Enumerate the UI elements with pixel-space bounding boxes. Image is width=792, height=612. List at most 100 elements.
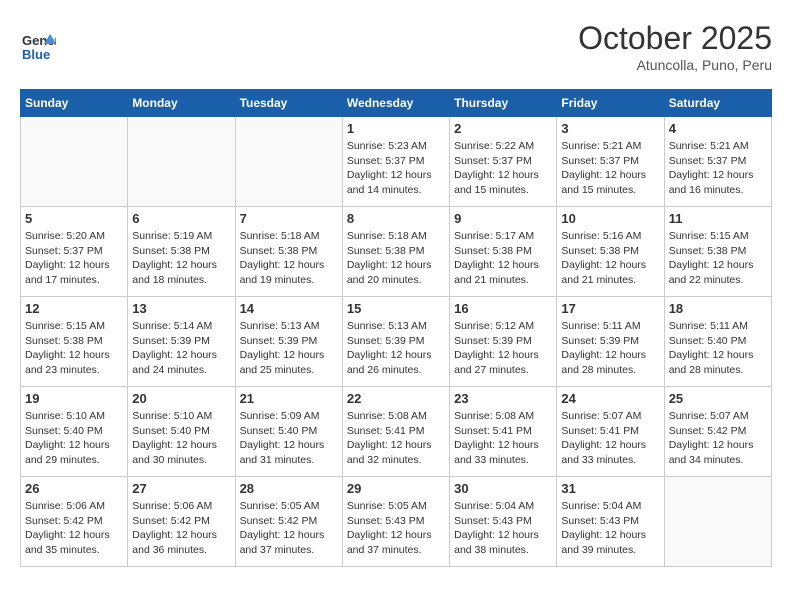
- day-info: Sunrise: 5:22 AM Sunset: 5:37 PM Dayligh…: [454, 139, 552, 198]
- weekday-header-friday: Friday: [557, 90, 664, 117]
- calendar-cell: 19 Sunrise: 5:10 AM Sunset: 5:40 PM Dayli…: [21, 387, 128, 477]
- day-info: Sunrise: 5:10 AM Sunset: 5:40 PM Dayligh…: [25, 409, 123, 468]
- calendar-cell: 27 Sunrise: 5:06 AM Sunset: 5:42 PM Dayli…: [128, 477, 235, 567]
- calendar-cell: 29Sunrise: 5:05 AM Sunset: 5:43 PM Dayli…: [342, 477, 449, 567]
- day-info: Sunrise: 5:14 AM Sunset: 5:39 PM Dayligh…: [132, 319, 230, 378]
- day-info: Sunrise: 5:04 AM Sunset: 5:43 PM Dayligh…: [561, 499, 659, 558]
- calendar-cell: 1 Sunrise: 5:23 AM Sunset: 5:37 PM Daylig…: [342, 117, 449, 207]
- calendar-cell: 12 Sunrise: 5:15 AM Sunset: 5:38 PM Dayli…: [21, 297, 128, 387]
- day-number: 19: [25, 391, 123, 406]
- day-number: 31: [561, 481, 659, 496]
- calendar-cell: 11 Sunrise: 5:15 AM Sunset: 5:38 PM Dayli…: [664, 207, 771, 297]
- logo-icon: General Blue: [20, 29, 56, 65]
- day-info: Sunrise: 5:04 AM Sunset: 5:43 PM Dayligh…: [454, 499, 552, 558]
- day-info: Sunrise: 5:09 AM Sunset: 5:40 PM Dayligh…: [240, 409, 338, 468]
- day-info: Sunrise: 5:06 AM Sunset: 5:42 PM Dayligh…: [132, 499, 230, 558]
- day-number: 8: [347, 211, 445, 226]
- day-number: 20: [132, 391, 230, 406]
- day-info: Sunrise: 5:07 AM Sunset: 5:41 PM Dayligh…: [561, 409, 659, 468]
- calendar-cell: 22 Sunrise: 5:08 AM Sunset: 5:41 PM Dayli…: [342, 387, 449, 477]
- calendar-cell: 6Sunrise: 5:19 AM Sunset: 5:38 PM Daylig…: [128, 207, 235, 297]
- calendar-cell: 17 Sunrise: 5:11 AM Sunset: 5:39 PM Dayli…: [557, 297, 664, 387]
- day-info: Sunrise: 5:17 AM Sunset: 5:38 PM Dayligh…: [454, 229, 552, 288]
- day-number: 7: [240, 211, 338, 226]
- calendar-week-row: 1 Sunrise: 5:23 AM Sunset: 5:37 PM Daylig…: [21, 117, 772, 207]
- weekday-header-wednesday: Wednesday: [342, 90, 449, 117]
- day-number: 17: [561, 301, 659, 316]
- calendar-cell: [128, 117, 235, 207]
- day-number: 28: [240, 481, 338, 496]
- day-info: Sunrise: 5:11 AM Sunset: 5:39 PM Dayligh…: [561, 319, 659, 378]
- day-info: Sunrise: 5:05 AM Sunset: 5:42 PM Dayligh…: [240, 499, 338, 558]
- day-number: 30: [454, 481, 552, 496]
- day-number: 23: [454, 391, 552, 406]
- day-number: 2: [454, 121, 552, 136]
- day-info: Sunrise: 5:08 AM Sunset: 5:41 PM Dayligh…: [347, 409, 445, 468]
- day-number: 3: [561, 121, 659, 136]
- day-info: Sunrise: 5:21 AM Sunset: 5:37 PM Dayligh…: [561, 139, 659, 198]
- calendar-cell: 23 Sunrise: 5:08 AM Sunset: 5:41 PM Dayli…: [450, 387, 557, 477]
- day-info: Sunrise: 5:23 AM Sunset: 5:37 PM Dayligh…: [347, 139, 445, 198]
- day-number: 16: [454, 301, 552, 316]
- day-info: Sunrise: 5:19 AM Sunset: 5:38 PM Dayligh…: [132, 229, 230, 288]
- calendar-cell: 3 Sunrise: 5:21 AM Sunset: 5:37 PM Daylig…: [557, 117, 664, 207]
- day-info: Sunrise: 5:15 AM Sunset: 5:38 PM Dayligh…: [25, 319, 123, 378]
- calendar-cell: 13Sunrise: 5:14 AM Sunset: 5:39 PM Dayli…: [128, 297, 235, 387]
- calendar-cell: 30 Sunrise: 5:04 AM Sunset: 5:43 PM Dayli…: [450, 477, 557, 567]
- weekday-header-sunday: Sunday: [21, 90, 128, 117]
- day-number: 26: [25, 481, 123, 496]
- page-header: General Blue October 2025 Atuncolla, Pun…: [20, 20, 772, 73]
- month-title: October 2025: [578, 20, 772, 57]
- weekday-header-thursday: Thursday: [450, 90, 557, 117]
- svg-text:Blue: Blue: [22, 47, 50, 62]
- calendar-cell: 5Sunrise: 5:20 AM Sunset: 5:37 PM Daylig…: [21, 207, 128, 297]
- day-info: Sunrise: 5:10 AM Sunset: 5:40 PM Dayligh…: [132, 409, 230, 468]
- day-number: 21: [240, 391, 338, 406]
- day-info: Sunrise: 5:13 AM Sunset: 5:39 PM Dayligh…: [347, 319, 445, 378]
- day-number: 24: [561, 391, 659, 406]
- calendar-cell: 8 Sunrise: 5:18 AM Sunset: 5:38 PM Daylig…: [342, 207, 449, 297]
- calendar-cell: 26Sunrise: 5:06 AM Sunset: 5:42 PM Dayli…: [21, 477, 128, 567]
- day-info: Sunrise: 5:05 AM Sunset: 5:43 PM Dayligh…: [347, 499, 445, 558]
- calendar-cell: 9 Sunrise: 5:17 AM Sunset: 5:38 PM Daylig…: [450, 207, 557, 297]
- day-info: Sunrise: 5:21 AM Sunset: 5:37 PM Dayligh…: [669, 139, 767, 198]
- calendar-table: SundayMondayTuesdayWednesdayThursdayFrid…: [20, 89, 772, 567]
- day-info: Sunrise: 5:15 AM Sunset: 5:38 PM Dayligh…: [669, 229, 767, 288]
- day-number: 5: [25, 211, 123, 226]
- day-info: Sunrise: 5:16 AM Sunset: 5:38 PM Dayligh…: [561, 229, 659, 288]
- calendar-cell: 4Sunrise: 5:21 AM Sunset: 5:37 PM Daylig…: [664, 117, 771, 207]
- calendar-cell: 21 Sunrise: 5:09 AM Sunset: 5:40 PM Dayli…: [235, 387, 342, 477]
- day-info: Sunrise: 5:12 AM Sunset: 5:39 PM Dayligh…: [454, 319, 552, 378]
- weekday-header-monday: Monday: [128, 90, 235, 117]
- title-block: October 2025 Atuncolla, Puno, Peru: [578, 20, 772, 73]
- day-number: 10: [561, 211, 659, 226]
- day-info: Sunrise: 5:13 AM Sunset: 5:39 PM Dayligh…: [240, 319, 338, 378]
- calendar-cell: [664, 477, 771, 567]
- calendar-cell: 2 Sunrise: 5:22 AM Sunset: 5:37 PM Daylig…: [450, 117, 557, 207]
- calendar-cell: 25Sunrise: 5:07 AM Sunset: 5:42 PM Dayli…: [664, 387, 771, 477]
- calendar-cell: 7 Sunrise: 5:18 AM Sunset: 5:38 PM Daylig…: [235, 207, 342, 297]
- weekday-header-tuesday: Tuesday: [235, 90, 342, 117]
- day-number: 27: [132, 481, 230, 496]
- day-number: 12: [25, 301, 123, 316]
- calendar-week-row: 5Sunrise: 5:20 AM Sunset: 5:37 PM Daylig…: [21, 207, 772, 297]
- day-info: Sunrise: 5:18 AM Sunset: 5:38 PM Dayligh…: [240, 229, 338, 288]
- day-number: 11: [669, 211, 767, 226]
- day-number: 15: [347, 301, 445, 316]
- day-number: 9: [454, 211, 552, 226]
- calendar-cell: 14 Sunrise: 5:13 AM Sunset: 5:39 PM Dayli…: [235, 297, 342, 387]
- calendar-cell: [235, 117, 342, 207]
- calendar-cell: 24 Sunrise: 5:07 AM Sunset: 5:41 PM Dayli…: [557, 387, 664, 477]
- calendar-week-row: 12 Sunrise: 5:15 AM Sunset: 5:38 PM Dayli…: [21, 297, 772, 387]
- day-info: Sunrise: 5:18 AM Sunset: 5:38 PM Dayligh…: [347, 229, 445, 288]
- day-info: Sunrise: 5:08 AM Sunset: 5:41 PM Dayligh…: [454, 409, 552, 468]
- day-number: 14: [240, 301, 338, 316]
- calendar-cell: 31 Sunrise: 5:04 AM Sunset: 5:43 PM Dayli…: [557, 477, 664, 567]
- calendar-cell: 18Sunrise: 5:11 AM Sunset: 5:40 PM Dayli…: [664, 297, 771, 387]
- calendar-week-row: 19 Sunrise: 5:10 AM Sunset: 5:40 PM Dayli…: [21, 387, 772, 477]
- calendar-cell: 16 Sunrise: 5:12 AM Sunset: 5:39 PM Dayli…: [450, 297, 557, 387]
- day-number: 1: [347, 121, 445, 136]
- day-number: 22: [347, 391, 445, 406]
- weekday-header-row: SundayMondayTuesdayWednesdayThursdayFrid…: [21, 90, 772, 117]
- calendar-week-row: 26 Sunrise: 5:06 AM Sunset: 5:42 PM Dayli…: [21, 477, 772, 567]
